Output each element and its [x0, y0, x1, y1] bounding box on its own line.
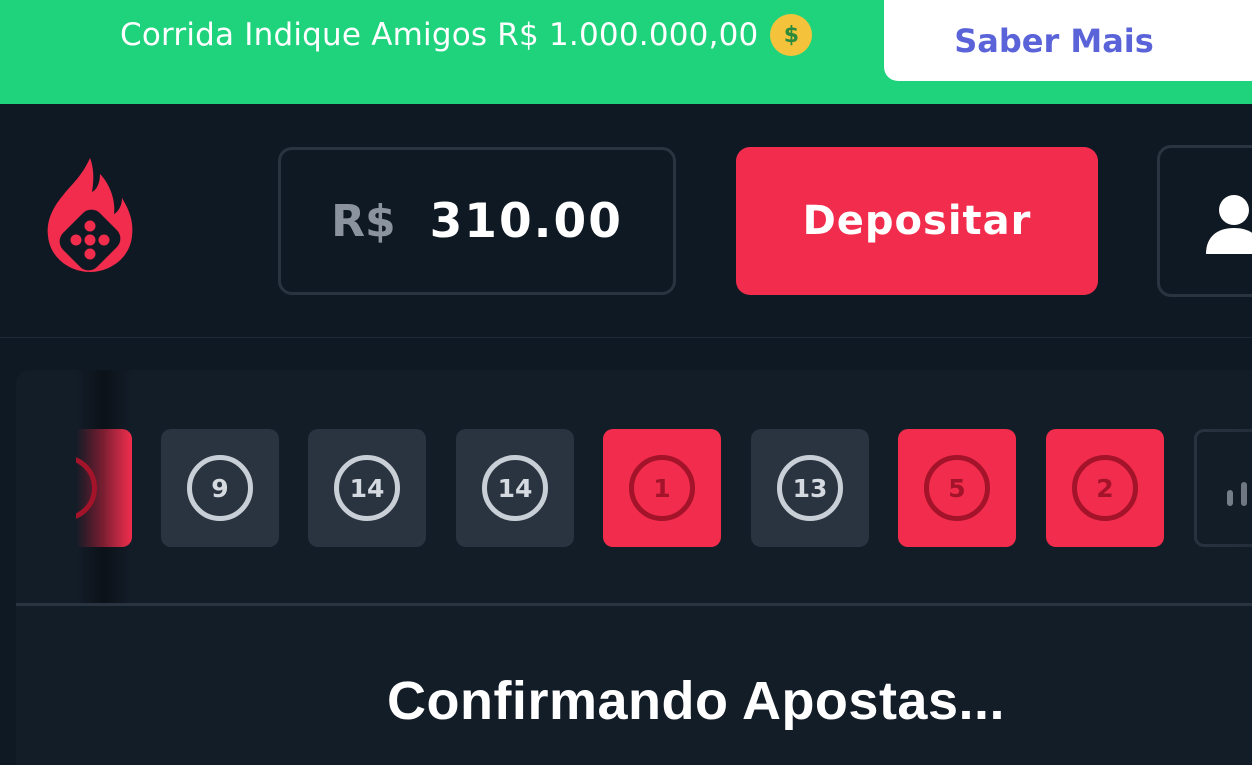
user-button[interactable]	[1157, 145, 1252, 297]
history-tile-number: 14	[334, 455, 400, 521]
history-tile-number: 9	[187, 455, 253, 521]
status-message: Confirmando Apostas...	[386, 671, 1006, 731]
game-panel: 9 14 14 1 13 5 2 Confirmando Apostas...	[16, 370, 1252, 765]
user-icon	[1206, 195, 1252, 254]
header: R$ 310.00 Depositar	[0, 104, 1252, 338]
history-tile: 2	[1046, 429, 1164, 547]
deposit-label: Depositar	[802, 198, 1032, 244]
page: Corrida Indique Amigos R$ 1.000.000,00 $…	[0, 0, 1252, 765]
history-tile: 14	[456, 429, 574, 547]
history-tile-partial	[76, 429, 132, 547]
deposit-button[interactable]: Depositar	[736, 147, 1098, 295]
history-tile-number: 5	[924, 455, 990, 521]
money-mouth-face-icon: $	[770, 14, 813, 56]
promo-banner: Corrida Indique Amigos R$ 1.000.000,00 $…	[0, 0, 1252, 104]
history-tile-number: 13	[777, 455, 843, 521]
history-tile: 13	[751, 429, 869, 547]
balance-currency: R$	[331, 195, 396, 247]
balance-display[interactable]: R$ 310.00	[278, 147, 676, 295]
promo-text: Corrida Indique Amigos R$ 1.000.000,00	[120, 17, 759, 53]
history-tile: 14	[308, 429, 426, 547]
promo-text-wrap: Corrida Indique Amigos R$ 1.000.000,00 $	[120, 0, 813, 70]
saber-mais-label: Saber Mais	[954, 21, 1154, 60]
bar-chart-icon	[1227, 482, 1247, 506]
saber-mais-button[interactable]: Saber Mais	[884, 0, 1252, 81]
history-tile-number: 2	[1072, 455, 1138, 521]
history-tile-number: 14	[482, 455, 548, 521]
history-tile-number: 1	[629, 455, 695, 521]
history-tile: 9	[161, 429, 279, 547]
history-tile: 1	[603, 429, 721, 547]
roll-history: 9 14 14 1 13 5 2	[16, 370, 1252, 606]
history-tile: 5	[898, 429, 1016, 547]
stats-button[interactable]	[1194, 429, 1252, 547]
balance-amount: 310.00	[429, 193, 623, 249]
flaming-dice-logo-icon[interactable]	[42, 154, 138, 274]
